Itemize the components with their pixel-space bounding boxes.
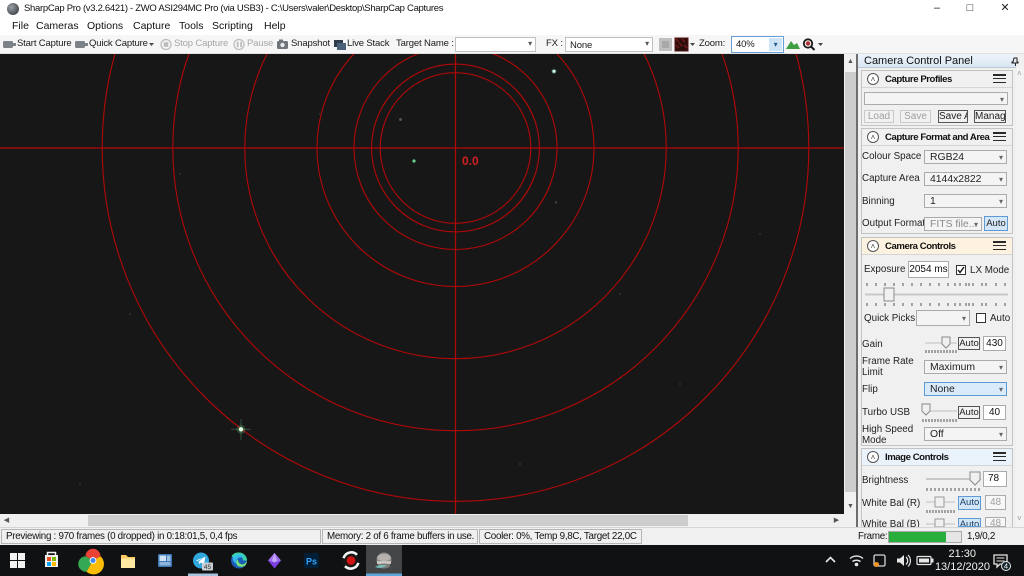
svg-text:4: 4 bbox=[1004, 562, 1008, 571]
svg-text:0.0: 0.0 bbox=[462, 154, 479, 168]
svg-text:45: 45 bbox=[204, 564, 212, 571]
svg-text:Ps: Ps bbox=[306, 557, 317, 567]
